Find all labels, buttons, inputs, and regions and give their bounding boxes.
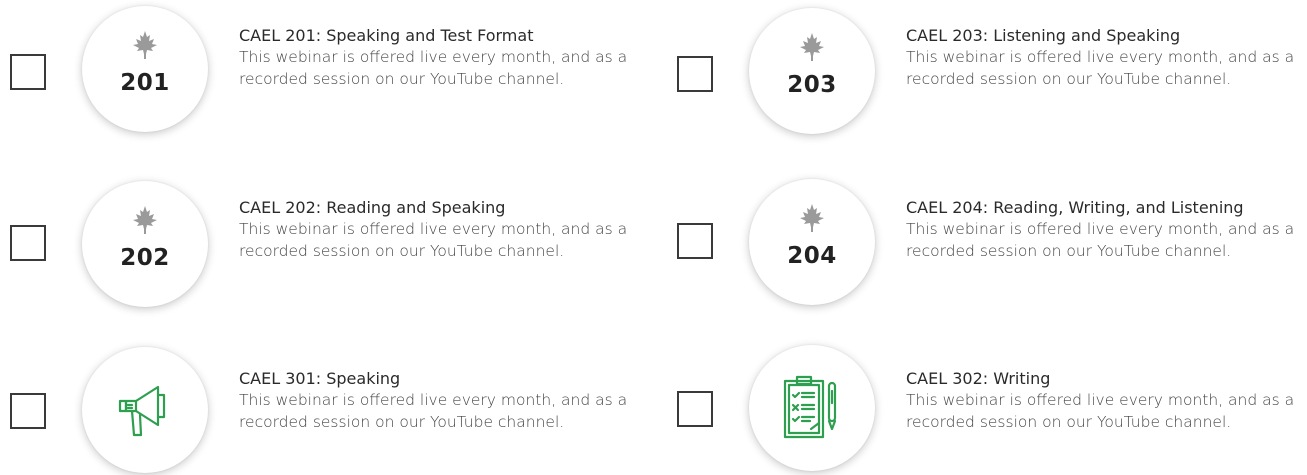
webinar-badge-202: 202 <box>82 181 208 307</box>
webinar-badge-204: 204 <box>749 179 875 305</box>
webinar-checkbox-201[interactable] <box>10 54 46 90</box>
webinar-text: CAEL 202: Reading and Speaking This webi… <box>239 197 649 262</box>
maple-leaf-icon <box>800 33 824 61</box>
webinar-item-201: 201 CAEL 201: Speaking and Test Format T… <box>10 0 650 132</box>
megaphone-icon <box>118 385 166 437</box>
webinar-text: CAEL 203: Listening and Speaking This we… <box>906 25 1307 90</box>
webinar-description: This webinar is offered live every month… <box>239 391 628 431</box>
webinar-checkbox-204[interactable] <box>677 223 713 259</box>
webinar-title: CAEL 201: Speaking and Test Format <box>239 26 534 45</box>
webinar-checkbox-203[interactable] <box>677 56 713 92</box>
webinar-description: This webinar is offered live every month… <box>239 220 628 260</box>
webinar-badge-302 <box>749 345 875 471</box>
webinar-code: 201 <box>120 70 170 96</box>
webinar-text: CAEL 204: Reading, Writing, and Listenin… <box>906 197 1307 262</box>
webinar-code: 204 <box>787 243 837 269</box>
webinar-item-203: 203 CAEL 203: Listening and Speaking Thi… <box>677 0 1307 134</box>
webinar-badge-203: 203 <box>749 8 875 134</box>
webinar-code: 202 <box>120 245 170 271</box>
webinar-description: This webinar is offered live every month… <box>906 48 1295 88</box>
webinar-item-301: CAEL 301: Speaking This webinar is offer… <box>10 345 650 475</box>
webinar-checkbox-301[interactable] <box>10 393 46 429</box>
webinar-description: This webinar is offered live every month… <box>239 48 628 88</box>
maple-leaf-icon <box>800 204 824 232</box>
maple-leaf-icon <box>133 31 157 59</box>
webinar-text: CAEL 201: Speaking and Test Format This … <box>239 25 649 90</box>
webinar-description: This webinar is offered live every month… <box>906 220 1295 260</box>
webinar-title: CAEL 204: Reading, Writing, and Listenin… <box>906 198 1244 217</box>
webinar-checkbox-202[interactable] <box>10 225 46 261</box>
webinar-description: This webinar is offered live every month… <box>906 391 1295 431</box>
webinar-title: CAEL 301: Speaking <box>239 369 401 388</box>
webinar-title: CAEL 203: Listening and Speaking <box>906 26 1181 45</box>
webinar-title: CAEL 202: Reading and Speaking <box>239 198 506 217</box>
webinar-checkbox-302[interactable] <box>677 391 713 427</box>
webinar-badge-201: 201 <box>82 6 208 132</box>
webinar-code: 203 <box>787 72 837 98</box>
webinar-item-202: 202 CAEL 202: Reading and Speaking This … <box>10 175 650 307</box>
clipboard-checklist-icon <box>783 375 837 439</box>
webinar-badge-301 <box>82 347 208 473</box>
maple-leaf-icon <box>133 206 157 234</box>
webinar-item-302: CAEL 302: Writing This webinar is offere… <box>677 345 1307 475</box>
webinar-text: CAEL 301: Speaking This webinar is offer… <box>239 368 649 433</box>
webinar-title: CAEL 302: Writing <box>906 369 1051 388</box>
webinar-text: CAEL 302: Writing This webinar is offere… <box>906 368 1307 433</box>
webinar-item-204: 204 CAEL 204: Reading, Writing, and List… <box>677 175 1307 305</box>
